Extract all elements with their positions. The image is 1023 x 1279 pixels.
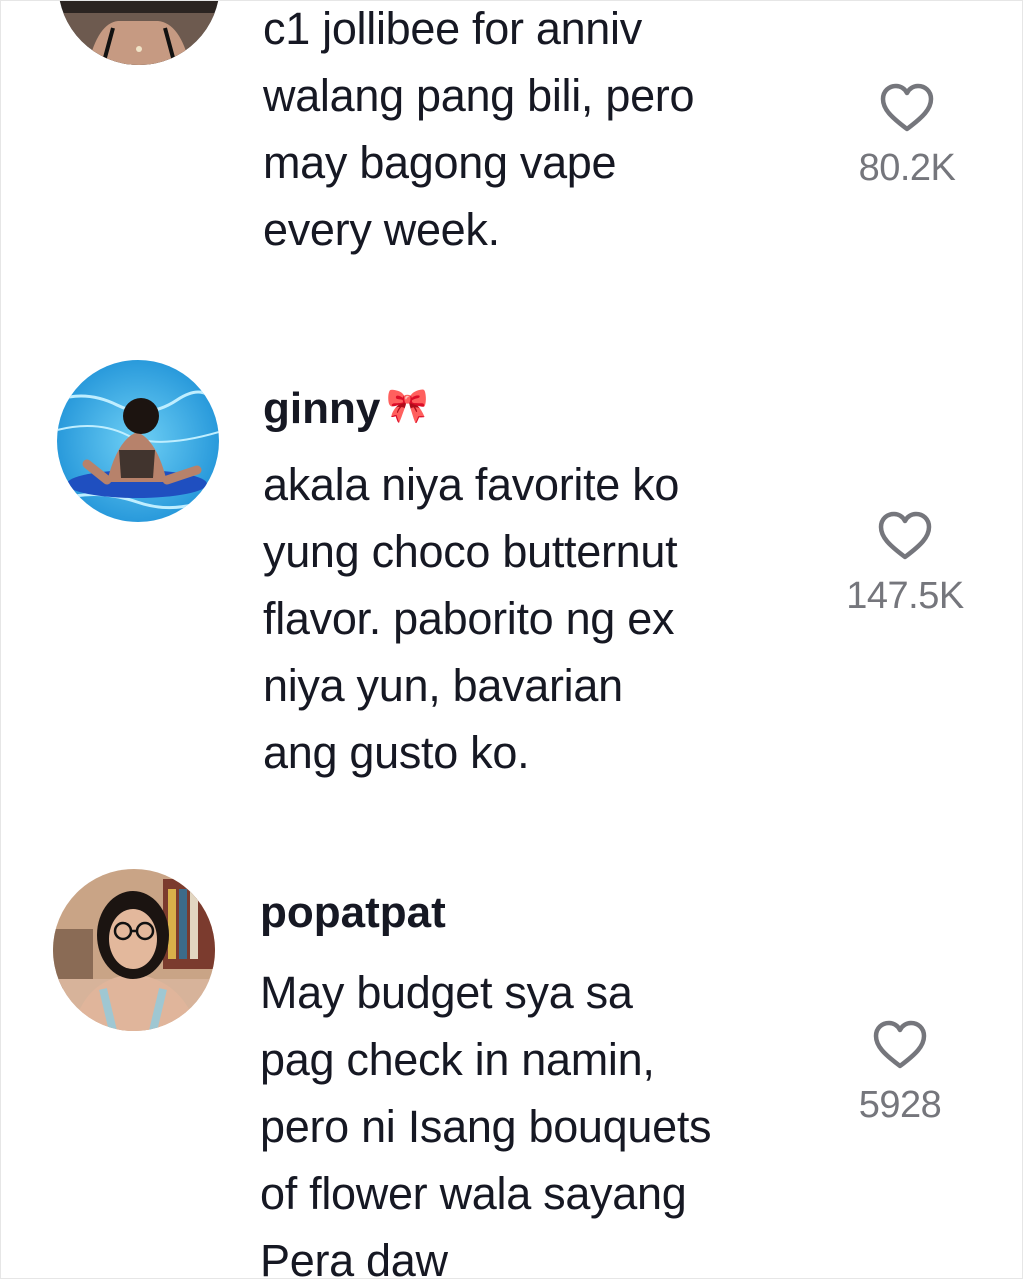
like-button[interactable]: 80.2K <box>832 82 982 190</box>
username-text: ginny <box>263 384 381 433</box>
ribbon-icon: 🎀 <box>386 387 429 425</box>
username-text: popatpat <box>260 888 446 937</box>
comment-username[interactable]: popatpat <box>260 885 446 941</box>
profile-photo-dark-icon <box>58 1 220 65</box>
profile-photo-pool-icon <box>57 360 219 522</box>
like-count: 147.5K <box>846 575 964 617</box>
like-button[interactable]: 5928 <box>825 1019 975 1127</box>
avatar[interactable] <box>57 360 219 522</box>
profile-photo-glasses-icon <box>53 869 215 1031</box>
avatar[interactable] <box>58 1 220 65</box>
avatar[interactable] <box>53 869 215 1031</box>
comments-list: c1 jollibee for anniv walang pang bili, … <box>0 0 1023 1279</box>
like-button[interactable]: 147.5K <box>830 510 980 618</box>
like-count: 5928 <box>858 1084 942 1126</box>
comment-text: May budget sya sa pag check in namin, pe… <box>260 967 712 1279</box>
comment-text: c1 jollibee for anniv walang pang bili, … <box>263 3 695 255</box>
heart-outline-icon <box>880 83 934 132</box>
heart-outline-icon <box>878 511 932 560</box>
comment-text: akala niya favorite ko yung choco butter… <box>263 459 680 778</box>
comment-username[interactable]: ginny 🎀 <box>263 378 429 437</box>
heart-outline-icon <box>873 1020 927 1069</box>
like-count: 80.2K <box>858 147 956 189</box>
